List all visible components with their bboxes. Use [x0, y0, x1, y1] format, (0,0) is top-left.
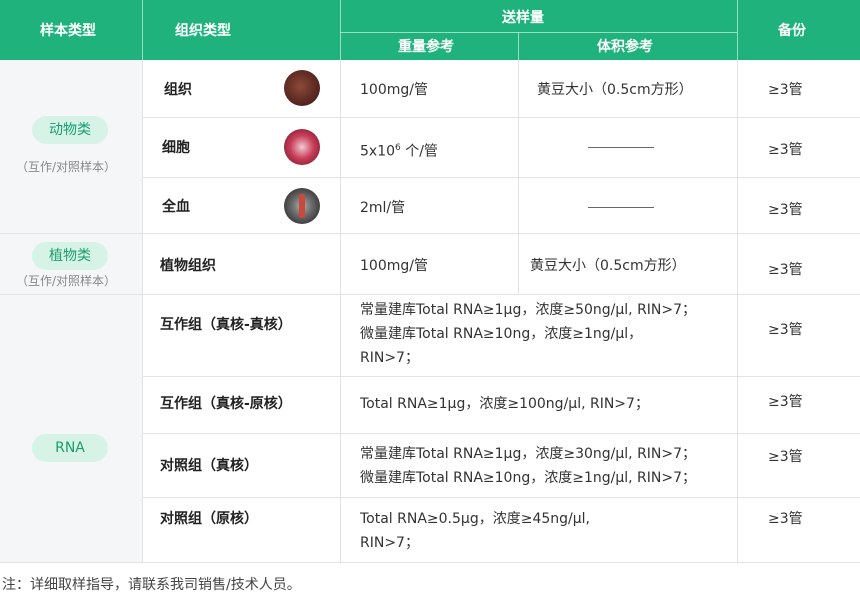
tissue-name: 全血	[162, 199, 190, 215]
backup-value: ≥3管	[768, 394, 803, 410]
tissue-name: 互作组（真核-真核）	[160, 317, 292, 333]
footnote: 注：详细取样指导，请联系我司销售/技术人员。	[2, 577, 301, 593]
table-header: 样本类型 组织类型 送样量 重量参考 体积参考 备份	[0, 0, 860, 60]
group-rna-label: RNA	[32, 434, 108, 462]
header-send-amount: 送样量	[502, 10, 544, 26]
weight-value: 2ml/管	[360, 200, 406, 216]
tissue-name: 细胞	[162, 140, 190, 156]
group-plant-note: （互作/对照样本）	[16, 274, 117, 288]
rna-requirement: Total RNA≥0.5μg，浓度≥45ng/μl, RIN>7；	[360, 511, 590, 551]
backup-value: ≥3管	[768, 82, 803, 98]
rna-requirement: 常量建库Total RNA≥1μg，浓度≥30ng/μl, RIN>7； 微量建…	[360, 446, 697, 486]
volume-value: 黄豆大小（0.5cm方形）	[530, 258, 686, 274]
rna-requirement: Total RNA≥1μg，浓度≥100ng/μl, RIN>7；	[360, 396, 649, 412]
volume-empty-dash	[588, 207, 654, 208]
tissue-name: 组织	[164, 82, 192, 98]
volume-empty-dash	[588, 147, 654, 148]
backup-value: ≥3管	[768, 262, 803, 278]
header-tissue-type: 组织类型	[175, 23, 231, 39]
tissue-name: 对照组（真核）	[160, 458, 258, 474]
cell-photo	[284, 129, 320, 165]
header-volume-ref: 体积参考	[597, 39, 653, 55]
tissue-name: 互作组（真核-原核）	[160, 396, 292, 412]
volume-value: 黄豆大小（0.5cm方形）	[537, 82, 693, 98]
backup-value: ≥3管	[768, 142, 803, 158]
header-backup: 备份	[778, 23, 806, 39]
weight-value: 100mg/管	[360, 82, 428, 98]
group-animal-label: 动物类	[32, 116, 108, 144]
header-sample-type: 样本类型	[40, 23, 96, 39]
tissue-name: 对照组（原核）	[160, 511, 258, 527]
weight-value: 5x106 个/管	[360, 143, 438, 160]
header-weight-ref: 重量参考	[398, 39, 454, 55]
backup-value: ≥3管	[768, 202, 803, 218]
backup-value: ≥3管	[768, 511, 803, 527]
group-plant-label: 植物类	[32, 242, 108, 270]
weight-value: 100mg/管	[360, 258, 428, 274]
group-animal-note: （互作/对照样本）	[16, 160, 117, 174]
sample-requirements-table: 样本类型 组织类型 送样量 重量参考 体积参考 备份 动物类 （互作/对照样本）…	[0, 0, 860, 563]
backup-value: ≥3管	[768, 449, 803, 465]
tissue-name: 植物组织	[160, 258, 216, 274]
backup-value: ≥3管	[768, 322, 803, 338]
tissue-photo	[284, 70, 320, 106]
rna-requirement: 常量建库Total RNA≥1μg，浓度≥50ng/μl, RIN>7； 微量建…	[360, 302, 697, 366]
blood-photo	[284, 188, 320, 224]
